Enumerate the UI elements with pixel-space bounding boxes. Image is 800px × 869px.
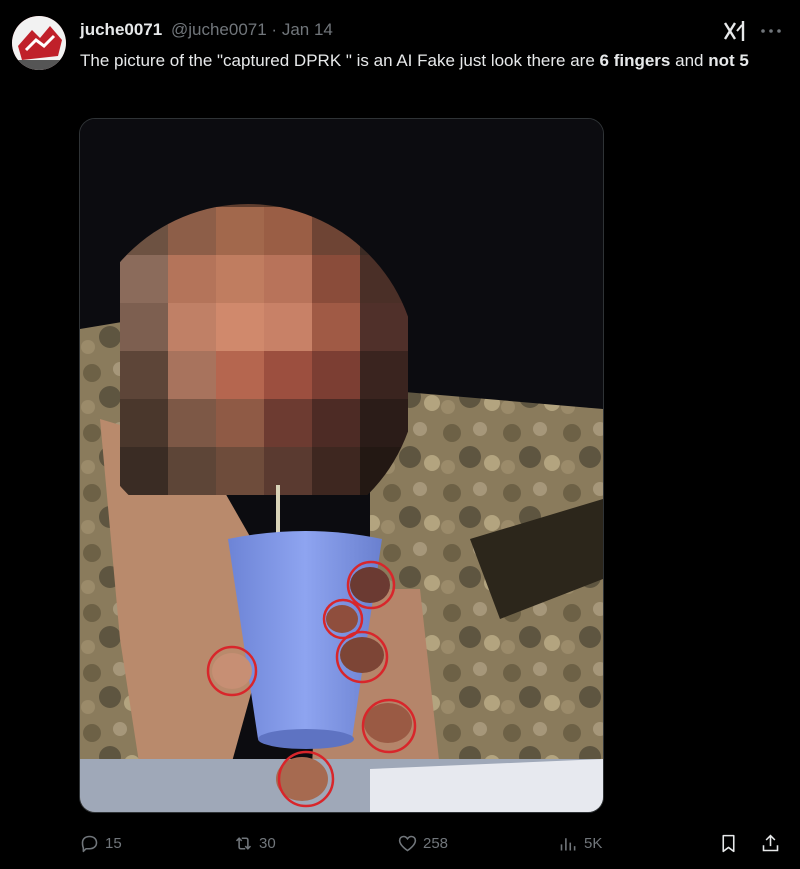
grok-icon[interactable] xyxy=(722,18,748,44)
views-icon xyxy=(560,837,576,850)
flag-avatar-icon xyxy=(12,16,66,70)
tweet-text: The picture of the "captured DPRK " is a… xyxy=(80,48,760,73)
repost-count: 30 xyxy=(259,834,276,852)
reply-button[interactable]: 15 xyxy=(79,826,122,860)
action-bar: 15 30 258 5K xyxy=(0,826,800,860)
tweet-image[interactable] xyxy=(79,118,604,813)
like-count: 258 xyxy=(423,834,449,852)
separator: · xyxy=(271,20,278,39)
photo xyxy=(80,119,603,812)
tweet-text-bold: not 5 xyxy=(708,51,749,70)
post-date[interactable]: Jan 14 xyxy=(282,20,333,39)
tweet-text-part: The picture of the "captured DPRK " is a… xyxy=(80,51,600,70)
reply-icon xyxy=(81,835,98,852)
bookmark-icon xyxy=(722,834,735,852)
bookmark-button[interactable] xyxy=(718,826,739,860)
more-icon[interactable] xyxy=(760,18,782,44)
share-icon xyxy=(762,834,779,851)
avatar[interactable] xyxy=(12,16,66,70)
tweet-text-bold: fingers xyxy=(613,51,671,70)
views-button[interactable]: 5K xyxy=(558,826,602,860)
display-name[interactable]: juche0071 xyxy=(80,20,162,39)
reply-count: 15 xyxy=(105,834,122,852)
like-button[interactable]: 258 xyxy=(397,826,448,860)
user-handle[interactable]: @juche0071 xyxy=(171,20,267,39)
tweet-text-bold: 6 xyxy=(599,51,609,70)
repost-button[interactable]: 30 xyxy=(233,826,276,860)
heart-icon xyxy=(398,835,417,851)
tweet-header: juche0071 @juche0071 · Jan 14 xyxy=(80,20,333,40)
views-count: 5K xyxy=(584,834,603,852)
share-button[interactable] xyxy=(760,826,781,860)
repost-icon xyxy=(235,836,252,850)
tweet-text-part: and xyxy=(670,51,709,70)
